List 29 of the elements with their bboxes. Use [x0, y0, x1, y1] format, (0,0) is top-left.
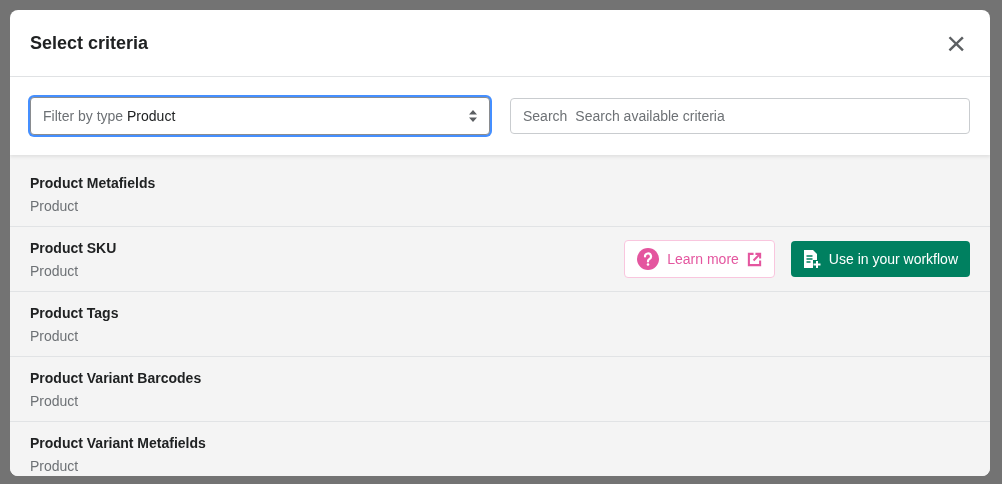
criteria-name: Product Variant Metafields [30, 433, 207, 453]
filter-value: Product [127, 108, 176, 124]
criteria-name: Product Variant Barcodes [30, 368, 203, 388]
filter-label: Filter by type [43, 108, 124, 124]
criteria-type: Product [30, 196, 80, 216]
criteria-type: Product [30, 456, 80, 476]
filter-select[interactable]: Filter by type Product [30, 97, 490, 135]
criteria-row[interactable]: Product SKU Product Learn more Use in your workflow [10, 227, 990, 292]
criteria-row[interactable]: Product Variant Metafields Product [10, 422, 990, 476]
search-label: Search [523, 107, 568, 126]
criteria-row[interactable]: Product Metafields Product [10, 162, 990, 227]
question-icon [637, 248, 660, 270]
dialog-title: Select criteria [30, 32, 149, 55]
criteria-name: Product Metafields [30, 173, 157, 193]
criteria-name: Product SKU [30, 238, 118, 258]
learn-more-button[interactable]: Learn more [624, 240, 775, 278]
criteria-type: Product [30, 326, 80, 346]
criteria-row[interactable]: Product Tags Product [10, 292, 990, 357]
search-input[interactable]: Search available criteria [575, 106, 957, 126]
external-link-icon [746, 251, 762, 267]
search-field[interactable]: Search Search available criteria [510, 98, 970, 134]
criteria-type: Product [30, 391, 80, 411]
criteria-row[interactable]: Product Variant Barcodes Product [10, 357, 990, 422]
document-plus-icon [802, 249, 821, 269]
close-button[interactable]: × [946, 26, 970, 60]
criteria-name: Product Tags [30, 303, 120, 323]
select-arrows-icon [469, 110, 477, 122]
criteria-type: Product [30, 261, 80, 281]
use-in-workflow-button[interactable]: Use in your workflow [790, 241, 970, 277]
